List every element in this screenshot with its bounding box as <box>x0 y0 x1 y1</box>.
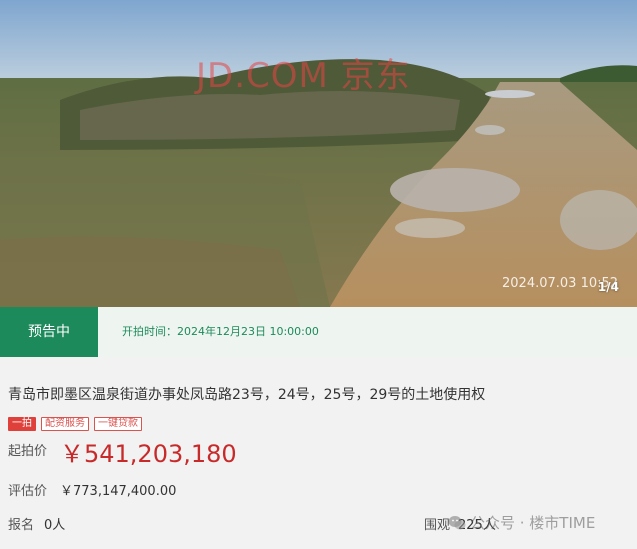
status-badge: 预告中 <box>0 307 98 357</box>
appraisal-label: 评估价 <box>8 484 48 499</box>
signup-label: 报名 <box>8 518 35 533</box>
tag-first-auction: 一拍 <box>8 417 36 431</box>
appraisal-value: ￥773,147,400.00 <box>60 484 177 499</box>
start-time: 开拍时间：2024年12月23日 10:00:00 <box>122 325 319 338</box>
account-watermark-text: 公众号 · 楼市TIME <box>470 514 596 532</box>
lot-title[interactable]: 青岛市即墨区温泉街道办事处凤岛路23号，24号，25号，29号的土地使用权 <box>8 384 485 404</box>
lot-info: 青岛市即墨区温泉街道办事处凤岛路23号，24号，25号，29号的土地使用权 一拍… <box>0 357 637 549</box>
auction-status-bar: 预告中 开拍时间：2024年12月23日 10:00:00 <box>0 307 637 357</box>
start-price: ￥541,203,180 <box>60 440 237 468</box>
start-price-label: 起拍价 <box>8 444 48 459</box>
lot-tags: 一拍 配资服务 一键贷款 <box>8 417 142 431</box>
jd-watermark: JD.COM 京东 <box>196 56 411 96</box>
signup-count: 0人 <box>44 518 66 533</box>
tag-one-click-loan[interactable]: 一键贷款 <box>94 417 142 431</box>
wechat-icon <box>448 515 466 529</box>
lot-photo[interactable]: JD.COM 京东 2024.07.03 10:52 1/4 <box>0 0 637 307</box>
land-photo-image <box>0 0 637 307</box>
tag-financing-service[interactable]: 配资服务 <box>41 417 89 431</box>
account-watermark: 公众号 · 楼市TIME <box>448 512 595 533</box>
views-label: 围观 <box>424 518 451 533</box>
photo-counter: 1/4 <box>597 280 619 294</box>
